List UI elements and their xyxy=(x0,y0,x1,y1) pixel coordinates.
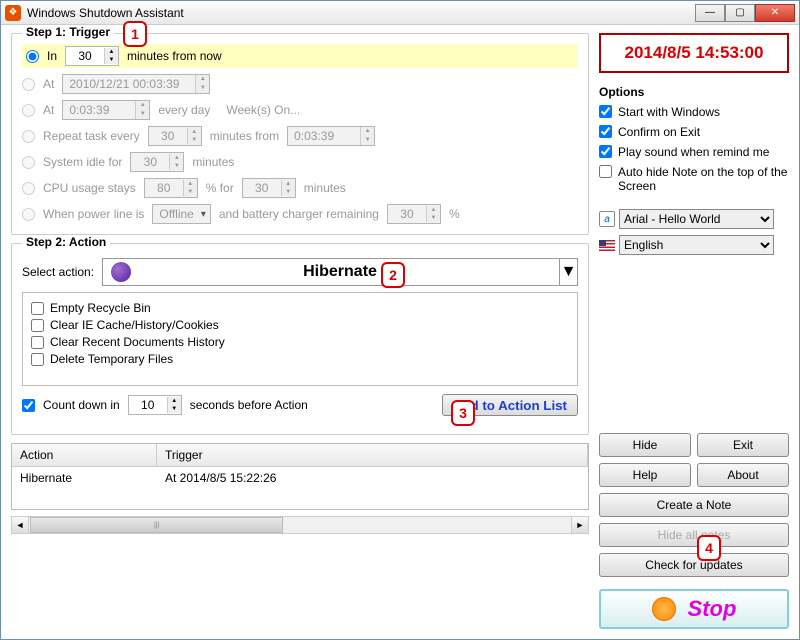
scroll-right-icon[interactable]: ► xyxy=(571,517,588,533)
trigger-in-spinner[interactable]: 30▲▼ xyxy=(65,46,119,66)
check-updates-button[interactable]: Check for updates xyxy=(599,553,789,577)
options-group: Options Start with Windows Confirm on Ex… xyxy=(599,85,789,199)
countdown-label: Count down in xyxy=(43,398,120,412)
window-title: Windows Shutdown Assistant xyxy=(27,6,184,20)
trigger-power-label: When power line is xyxy=(43,207,144,221)
action-select-value: Hibernate xyxy=(303,263,377,281)
trigger-at-date-row[interactable]: At 2010/12/21 00:03:39▲▼ xyxy=(22,74,578,94)
exit-button[interactable]: Exit xyxy=(697,433,789,457)
scroll-left-icon[interactable]: ◄ xyxy=(12,517,29,533)
action-check-area: Empty Recycle Bin Clear IE Cache/History… xyxy=(22,292,578,386)
chevron-down-icon[interactable]: ▼ xyxy=(559,259,577,285)
trigger-repeat-radio[interactable] xyxy=(22,130,35,143)
scroll-thumb[interactable]: ||| xyxy=(30,517,283,533)
create-note-button[interactable]: Create a Note xyxy=(599,493,789,517)
trigger-power-radio[interactable] xyxy=(22,208,35,221)
trigger-at-date-radio[interactable] xyxy=(22,78,35,91)
hide-all-notes-button[interactable]: Hide all notes xyxy=(599,523,789,547)
trigger-power-row[interactable]: When power line is Offline and battery c… xyxy=(22,204,578,224)
step2-group: Step 2: Action Select action: Hibernate … xyxy=(11,243,589,435)
flag-us-icon xyxy=(599,240,615,251)
trigger-idle-post: minutes xyxy=(192,155,234,169)
action-select[interactable]: Hibernate ▼ xyxy=(102,258,578,286)
table-row[interactable]: Hibernate At 2014/8/5 15:22:26 xyxy=(12,467,588,489)
clock-display: 2014/8/5 14:53:00 xyxy=(599,33,789,73)
stop-icon xyxy=(652,597,676,621)
trigger-idle-row[interactable]: System idle for 30▲▼ minutes xyxy=(22,152,578,172)
step1-group: Step 1: Trigger In 30▲▼ minutes from now… xyxy=(11,33,589,235)
check-empty-recycle[interactable]: Empty Recycle Bin xyxy=(31,301,569,315)
opt-confirm-exit[interactable]: Confirm on Exit xyxy=(599,125,789,139)
language-select[interactable]: English xyxy=(619,235,774,255)
th-action[interactable]: Action xyxy=(12,444,157,466)
trigger-repeat-from[interactable]: 0:03:39▲▼ xyxy=(287,126,375,146)
cell-action: Hibernate xyxy=(12,467,157,489)
trigger-power-mid: and battery charger remaining xyxy=(219,207,379,221)
trigger-at-date-input[interactable]: 2010/12/21 00:03:39▲▼ xyxy=(62,74,210,94)
trigger-repeat-label: Repeat task every xyxy=(43,129,140,143)
close-button[interactable]: ✕ xyxy=(755,4,795,22)
app-icon: ❖ xyxy=(5,5,21,21)
trigger-idle-radio[interactable] xyxy=(22,156,35,169)
about-button[interactable]: About xyxy=(697,463,789,487)
trigger-in-radio[interactable] xyxy=(26,50,39,63)
countdown-post: seconds before Action xyxy=(190,398,308,412)
opt-play-sound[interactable]: Play sound when remind me xyxy=(599,145,789,159)
countdown-checkbox[interactable] xyxy=(22,399,35,412)
trigger-at-time-row[interactable]: At 0:03:39▲▼ every day Week(s) On... xyxy=(22,100,578,120)
check-clear-recent[interactable]: Clear Recent Documents History xyxy=(31,335,569,349)
countdown-spinner[interactable]: 10▲▼ xyxy=(128,395,182,415)
trigger-in-pre: In xyxy=(47,49,57,63)
trigger-power-state[interactable]: Offline xyxy=(152,204,210,224)
horizontal-scrollbar[interactable]: ◄ ||| ► xyxy=(11,516,589,534)
trigger-repeat-row[interactable]: Repeat task every 30▲▼ minutes from 0:03… xyxy=(22,126,578,146)
hibernate-icon xyxy=(111,262,131,282)
action-list-table: Action Trigger Hibernate At 2014/8/5 15:… xyxy=(11,443,589,510)
trigger-idle-label: System idle for xyxy=(43,155,122,169)
trigger-cpu-post: minutes xyxy=(304,181,346,195)
minimize-button[interactable]: — xyxy=(695,4,725,22)
app-window: ❖ Windows Shutdown Assistant — ▢ ✕ 1 2 3… xyxy=(0,0,800,640)
trigger-cpu-radio[interactable] xyxy=(22,182,35,195)
opt-auto-hide-note[interactable]: Auto hide Note on the top of the Screen xyxy=(599,165,789,193)
trigger-at-time-label: At xyxy=(43,103,54,117)
trigger-in-post: minutes from now xyxy=(127,49,222,63)
stop-button[interactable]: Stop xyxy=(599,589,789,629)
check-delete-temp[interactable]: Delete Temporary Files xyxy=(31,352,569,366)
trigger-idle-spinner[interactable]: 30▲▼ xyxy=(130,152,184,172)
trigger-at-time-radio[interactable] xyxy=(22,104,35,117)
trigger-repeat-mid: minutes from xyxy=(210,129,279,143)
font-select[interactable]: Arial - Hello World xyxy=(619,209,774,229)
trigger-repeat-spinner[interactable]: 30▲▼ xyxy=(148,126,202,146)
trigger-cpu-mins[interactable]: 30▲▼ xyxy=(242,178,296,198)
font-icon: a xyxy=(599,211,615,227)
titlebar[interactable]: ❖ Windows Shutdown Assistant — ▢ ✕ xyxy=(1,1,799,25)
trigger-in-row[interactable]: In 30▲▼ minutes from now xyxy=(22,44,578,68)
trigger-power-post: % xyxy=(449,207,460,221)
help-button[interactable]: Help xyxy=(599,463,691,487)
trigger-cpu-for: % for xyxy=(206,181,234,195)
select-action-label: Select action: xyxy=(22,265,94,279)
trigger-cpu-pct[interactable]: 80▲▼ xyxy=(144,178,198,198)
check-clear-ie[interactable]: Clear IE Cache/History/Cookies xyxy=(31,318,569,332)
maximize-button[interactable]: ▢ xyxy=(725,4,755,22)
opt-start-windows[interactable]: Start with Windows xyxy=(599,105,789,119)
trigger-power-pct[interactable]: 30▲▼ xyxy=(387,204,441,224)
th-trigger[interactable]: Trigger xyxy=(157,444,588,466)
step2-legend: Step 2: Action xyxy=(22,235,110,249)
trigger-cpu-label: CPU usage stays xyxy=(43,181,136,195)
trigger-weeks-link[interactable]: Week(s) On... xyxy=(226,103,300,117)
step1-legend: Step 1: Trigger xyxy=(22,25,114,39)
trigger-cpu-row[interactable]: CPU usage stays 80▲▼ % for 30▲▼ minutes xyxy=(22,178,578,198)
hide-button[interactable]: Hide xyxy=(599,433,691,457)
add-to-list-button[interactable]: Add to Action List xyxy=(442,394,578,416)
cell-trigger: At 2014/8/5 15:22:26 xyxy=(157,467,588,489)
stop-label: Stop xyxy=(688,596,737,622)
trigger-at-time-input[interactable]: 0:03:39▲▼ xyxy=(62,100,150,120)
trigger-at-date-label: At xyxy=(43,77,54,91)
options-header: Options xyxy=(599,85,789,99)
trigger-at-time-post: every day xyxy=(158,103,210,117)
